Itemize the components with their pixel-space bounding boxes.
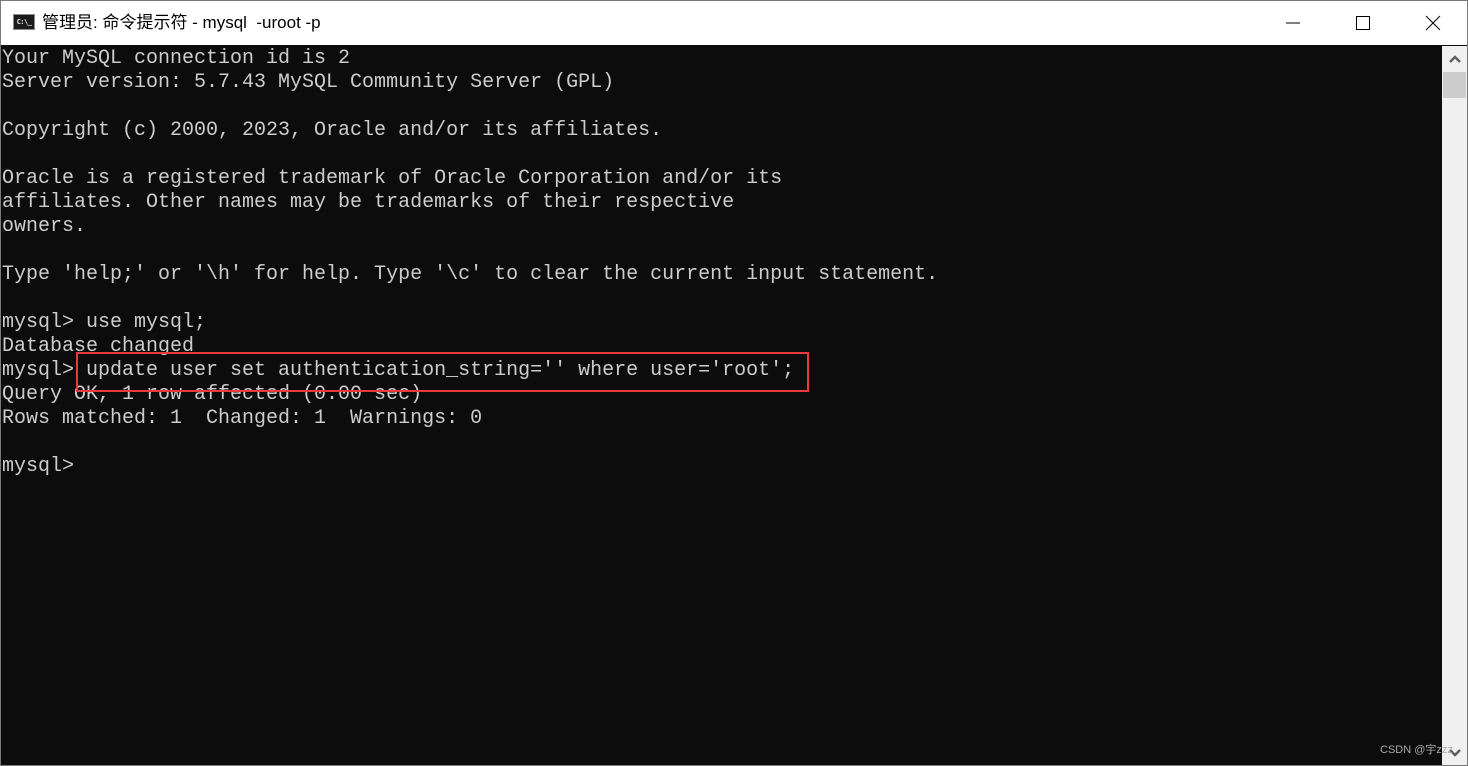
terminal-line: Type 'help;' or '\h' for help. Type '\c'…: [2, 263, 939, 286]
terminal-output[interactable]: Your MySQL connection id is 2 Server ver…: [1, 46, 1442, 765]
terminal-line: mysql> use mysql;: [2, 311, 207, 334]
cmd-window: C:\_ 管理员: 命令提示符 - mysql -uroot -p Your M…: [0, 0, 1468, 766]
terminal-line: affiliates. Other names may be trademark…: [2, 191, 735, 214]
chevron-up-icon: [1448, 54, 1461, 63]
maximize-icon: [1356, 16, 1370, 30]
terminal-line: Rows matched: 1 Changed: 1 Warnings: 0: [2, 407, 483, 430]
terminal-line: Oracle is a registered trademark of Orac…: [2, 167, 783, 190]
maximize-button[interactable]: [1328, 1, 1398, 45]
window-title: 管理员: 命令提示符 - mysql -uroot -p: [42, 13, 321, 32]
minimize-button[interactable]: [1258, 1, 1328, 45]
terminal-line: Server version: 5.7.43 MySQL Community S…: [2, 71, 615, 94]
terminal-line: Copyright (c) 2000, 2023, Oracle and/or …: [2, 119, 663, 142]
terminal-line: Your MySQL connection id is 2: [2, 47, 351, 70]
cmd-app-icon[interactable]: C:\_: [13, 14, 35, 30]
terminal-prompt[interactable]: mysql>: [2, 455, 74, 479]
vertical-scrollbar[interactable]: [1442, 46, 1467, 765]
title-bar[interactable]: C:\_ 管理员: 命令提示符 - mysql -uroot -p: [1, 1, 1467, 45]
minimize-icon: [1286, 22, 1300, 24]
close-icon: [1425, 15, 1441, 31]
csdn-watermark: CSDN @宇zzz: [1380, 744, 1453, 756]
scroll-thumb[interactable]: [1443, 72, 1466, 98]
highlight-annotation-box: [76, 352, 809, 392]
close-button[interactable]: [1398, 1, 1468, 45]
terminal-line: owners.: [2, 215, 87, 238]
scroll-up-button[interactable]: [1442, 46, 1467, 71]
